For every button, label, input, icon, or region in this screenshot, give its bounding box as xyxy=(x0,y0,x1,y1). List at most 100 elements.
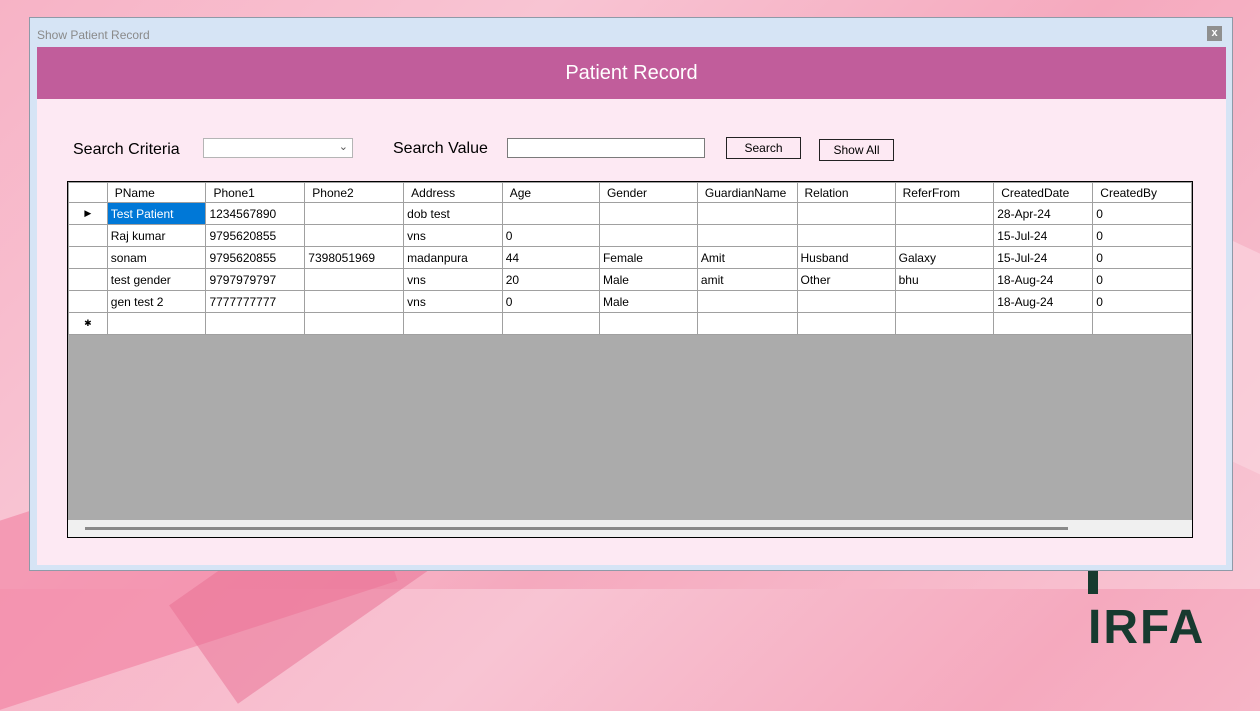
table-cell[interactable] xyxy=(304,290,405,313)
table-cell[interactable] xyxy=(304,202,405,225)
table-cell[interactable] xyxy=(598,202,698,225)
table-cell[interactable] xyxy=(796,312,896,335)
row-header[interactable]: ▶ xyxy=(68,202,108,225)
column-header-phone1[interactable]: Phone1 xyxy=(205,182,306,203)
table-cell[interactable] xyxy=(501,202,600,225)
table-cell[interactable] xyxy=(304,312,405,335)
table-cell[interactable]: Male xyxy=(598,268,698,291)
row-header[interactable] xyxy=(68,268,108,291)
table-cell[interactable] xyxy=(696,202,798,225)
row-header[interactable] xyxy=(68,224,108,247)
table-cell[interactable] xyxy=(894,202,995,225)
table-cell[interactable]: amit xyxy=(696,268,798,291)
table-cell[interactable]: 9797979797 xyxy=(205,268,306,291)
table-cell[interactable]: sonam xyxy=(106,246,207,269)
row-header[interactable] xyxy=(68,290,108,313)
table-cell[interactable]: gen test 2 xyxy=(106,290,207,313)
new-row[interactable]: ✱ xyxy=(68,312,1192,335)
column-header-pname[interactable]: PName xyxy=(106,182,207,203)
scrollbar-thumb[interactable] xyxy=(85,527,1068,530)
horizontal-scrollbar[interactable] xyxy=(68,520,1192,537)
title-bar[interactable]: Show Patient Record x xyxy=(30,18,1232,46)
table-cell[interactable]: 20 xyxy=(501,268,600,291)
column-header-guardianname[interactable]: GuardianName xyxy=(696,182,798,203)
table-cell[interactable]: 0 xyxy=(1092,246,1192,269)
table-cell[interactable]: test gender xyxy=(106,268,207,291)
table-cell[interactable]: bhu xyxy=(894,268,995,291)
table-cell[interactable] xyxy=(501,312,600,335)
table-cell[interactable]: 15-Jul-24 xyxy=(993,246,1094,269)
table-cell[interactable] xyxy=(796,224,896,247)
table-cell[interactable] xyxy=(106,312,207,335)
column-header-phone2[interactable]: Phone2 xyxy=(304,182,405,203)
column-header-createdby[interactable]: CreatedBy xyxy=(1092,182,1192,203)
table-cell[interactable]: 7777777777 xyxy=(205,290,306,313)
table-cell[interactable]: vns xyxy=(403,290,503,313)
table-cell[interactable] xyxy=(598,312,698,335)
table-cell[interactable] xyxy=(304,224,405,247)
new-row-marker-icon[interactable]: ✱ xyxy=(68,312,108,335)
table-row[interactable]: sonam 9795620855 7398051969 madanpura 44 Fema… xyxy=(68,246,1192,269)
column-header-address[interactable]: Address xyxy=(403,182,503,203)
table-cell[interactable] xyxy=(696,290,798,313)
table-cell[interactable]: Galaxy xyxy=(894,246,995,269)
table-cell[interactable]: 15-Jul-24 xyxy=(993,224,1094,247)
table-cell[interactable]: Other xyxy=(796,268,896,291)
table-cell[interactable]: 0 xyxy=(1092,290,1192,313)
table-cell[interactable] xyxy=(598,224,698,247)
table-cell[interactable]: 0 xyxy=(1092,268,1192,291)
table-row[interactable]: test gender 9797979797 vns 20 Male amit Other b… xyxy=(68,268,1192,291)
column-header-createddate[interactable]: CreatedDate xyxy=(993,182,1094,203)
column-header-age[interactable]: Age xyxy=(501,182,600,203)
table-cell[interactable]: Raj kumar xyxy=(106,224,207,247)
table-cell[interactable]: vns xyxy=(403,268,503,291)
table-cell[interactable] xyxy=(894,290,995,313)
table-cell[interactable]: vns xyxy=(403,224,503,247)
table-cell[interactable]: 0 xyxy=(1092,224,1192,247)
table-cell[interactable] xyxy=(696,312,798,335)
show-all-button[interactable]: Show All xyxy=(819,139,894,161)
table-cell[interactable]: 0 xyxy=(501,224,600,247)
table-cell[interactable]: Female xyxy=(598,246,698,269)
table-cell[interactable] xyxy=(894,224,995,247)
table-cell[interactable]: dob test xyxy=(403,202,503,225)
table-cell[interactable] xyxy=(696,224,798,247)
table-cell[interactable] xyxy=(304,268,405,291)
close-button[interactable]: x xyxy=(1207,26,1222,41)
table-cell[interactable]: 44 xyxy=(501,246,600,269)
search-button[interactable]: Search xyxy=(726,137,801,159)
table-cell[interactable] xyxy=(993,312,1094,335)
table-cell[interactable]: 18-Aug-24 xyxy=(993,290,1094,313)
table-row[interactable]: gen test 2 7777777777 vns 0 Male 18-Aug-24 0 xyxy=(68,290,1192,313)
table-cell[interactable] xyxy=(1092,312,1192,335)
table-cell[interactable]: 7398051969 xyxy=(304,246,405,269)
table-cell[interactable] xyxy=(205,312,306,335)
grid-corner-header[interactable] xyxy=(68,182,108,203)
table-cell[interactable]: 18-Aug-24 xyxy=(993,268,1094,291)
table-cell[interactable]: Male xyxy=(598,290,698,313)
table-cell[interactable]: madanpura xyxy=(403,246,503,269)
table-row[interactable]: ▶ Test Patient 1234567890 dob test 28-Apr-24… xyxy=(68,202,1192,225)
table-cell[interactable] xyxy=(894,312,995,335)
patient-data-grid[interactable]: PName Phone1 Phone2 Address Age Gender Guardia… xyxy=(67,181,1193,538)
table-cell[interactable]: 9795620855 xyxy=(205,224,306,247)
table-cell[interactable]: Husband xyxy=(796,246,896,269)
chevron-down-icon[interactable]: ⌄ xyxy=(339,140,348,153)
column-header-referfrom[interactable]: ReferFrom xyxy=(894,182,995,203)
table-cell[interactable]: 0 xyxy=(501,290,600,313)
table-cell[interactable]: 0 xyxy=(1092,202,1192,225)
table-cell[interactable] xyxy=(796,290,896,313)
column-header-gender[interactable]: Gender xyxy=(598,182,698,203)
search-value-input[interactable] xyxy=(507,138,705,158)
table-cell[interactable]: 1234567890 xyxy=(205,202,306,225)
table-cell[interactable] xyxy=(403,312,503,335)
column-header-relation[interactable]: Relation xyxy=(796,182,896,203)
row-header[interactable] xyxy=(68,246,108,269)
search-criteria-dropdown[interactable]: ⌄ xyxy=(203,138,353,158)
table-cell[interactable]: Amit xyxy=(696,246,798,269)
table-row[interactable]: Raj kumar 9795620855 vns 0 15-Jul-24 0 xyxy=(68,224,1192,247)
table-cell[interactable]: 28-Apr-24 xyxy=(993,202,1094,225)
table-cell[interactable]: Test Patient xyxy=(106,202,207,225)
table-cell[interactable]: 9795620855 xyxy=(205,246,306,269)
table-cell[interactable] xyxy=(796,202,896,225)
